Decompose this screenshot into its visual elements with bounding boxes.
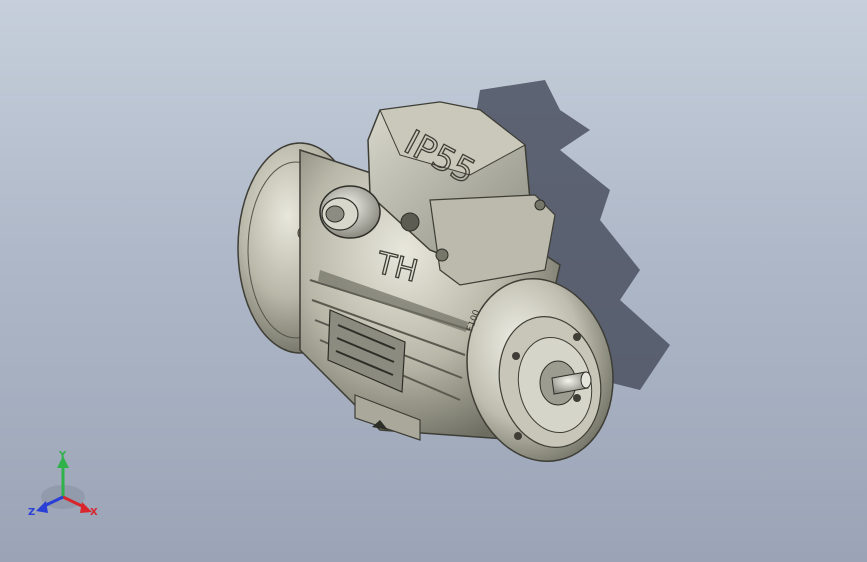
graphics-viewport[interactable]: TH IP55 F100 Y X Z (0, 0, 867, 562)
view-orientation-triad[interactable]: Y X Z (0, 0, 867, 562)
y-axis-label: Y (58, 450, 67, 461)
z-axis-label: Z (28, 507, 35, 518)
x-axis-label: X (90, 507, 98, 518)
